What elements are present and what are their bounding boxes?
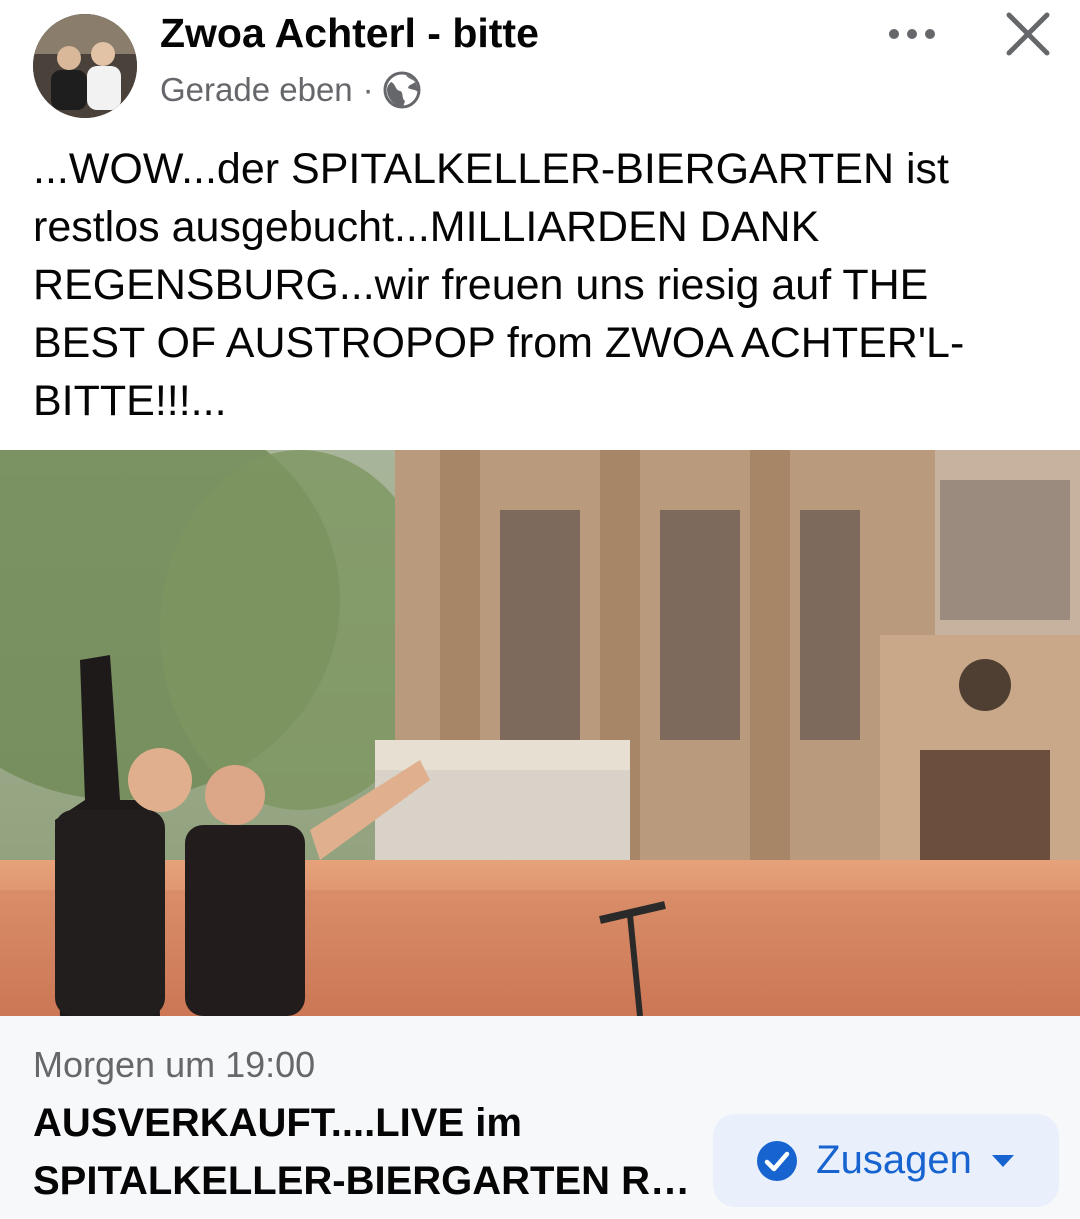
going-button[interactable]: Zusagen [713, 1114, 1059, 1207]
post-header: Zwoa Achterl - bitte Gerade eben · [0, 0, 1080, 125]
close-button[interactable] [996, 4, 1060, 64]
page-name-link[interactable]: Zwoa Achterl - bitte [160, 10, 539, 57]
post-photo[interactable] [0, 450, 1080, 1016]
close-icon [1006, 12, 1050, 56]
checkmark-circle-icon [757, 1140, 798, 1181]
meta-separator: · [362, 71, 374, 108]
page-avatar[interactable] [33, 14, 137, 118]
going-button-label: Zusagen [816, 1138, 972, 1182]
event-title-line-1: AUSVERKAUFT....LIVE im [33, 1101, 522, 1145]
more-options-button[interactable] [880, 12, 944, 56]
event-title[interactable]: AUSVERKAUFT....LIVE im SPITALKELLER-BIER… [33, 1094, 713, 1210]
event-time: Morgen um 19:00 [33, 1044, 316, 1085]
caret-down-icon[interactable] [990, 1153, 1016, 1169]
post-meta: Gerade eben · [160, 70, 422, 110]
more-horizontal-icon [889, 29, 935, 39]
post-text: ...WOW...der SPITALKELLER-BIERGARTEN ist… [33, 145, 965, 425]
post-timestamp[interactable]: Gerade eben [160, 71, 353, 109]
event-title-line-2: SPITALKELLER-BIERGARTEN REG... [33, 1159, 713, 1203]
globe-icon[interactable] [382, 70, 422, 110]
